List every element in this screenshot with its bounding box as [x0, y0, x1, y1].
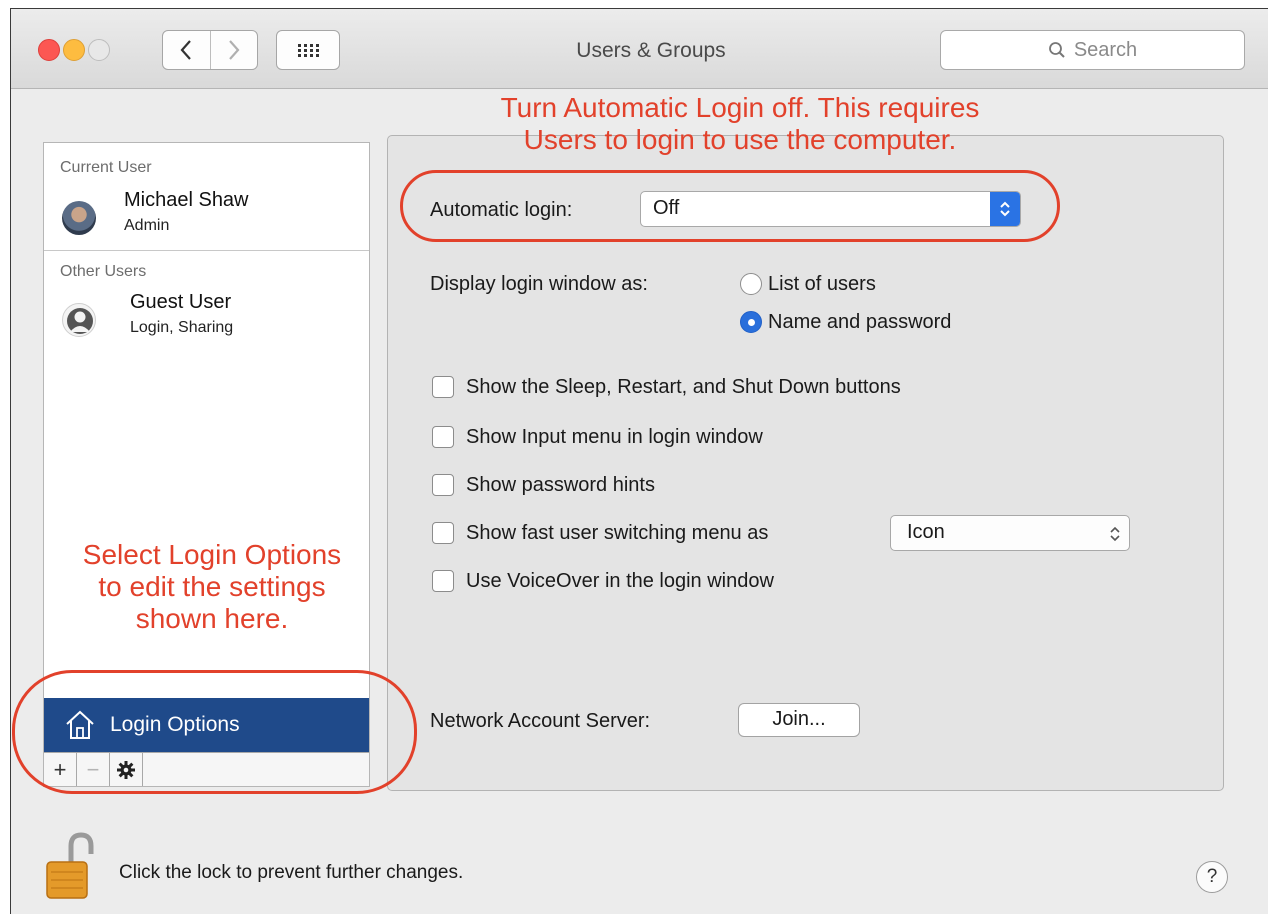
window-title: Users & Groups [576, 39, 726, 62]
guest-user-role: Login, Sharing [130, 319, 234, 336]
annotation-automatic-login: Turn Automatic Login off. This requires … [440, 92, 1040, 156]
annotation-line: Turn Automatic Login off. This requires [500, 92, 980, 123]
checkbox-sleep-restart-shutdown[interactable] [432, 376, 454, 398]
guest-user-name: Guest User [130, 291, 232, 313]
lock-status-text: Click the lock to prevent further change… [119, 862, 464, 883]
current-user-name: Michael Shaw [124, 189, 249, 211]
join-button[interactable]: Join... [738, 703, 860, 737]
radio-list-of-users-label: List of users [768, 273, 876, 295]
annotation-line: Users to login to use the computer. [523, 124, 957, 155]
annotation-ring-login-options [12, 670, 417, 794]
search-icon [1048, 42, 1065, 58]
checkbox-voiceover[interactable] [432, 570, 454, 592]
minimize-window-button[interactable] [63, 39, 85, 61]
user-avatar [62, 201, 96, 235]
annotation-ring-automatic-login [400, 170, 1060, 242]
checkbox-input-menu-label: Show Input menu in login window [466, 426, 763, 448]
checkbox-voiceover-label: Use VoiceOver in the login window [466, 570, 774, 592]
grid-icon [298, 44, 319, 57]
search-placeholder: Search [1073, 38, 1138, 61]
annotation-line: to edit the settings [98, 571, 326, 602]
chevron-right-icon [228, 40, 240, 60]
fast-user-switching-value: Icon [907, 521, 945, 543]
checkbox-password-hints-label: Show password hints [466, 474, 655, 496]
section-divider [44, 250, 369, 251]
other-users-heading: Other Users [60, 263, 147, 280]
forward-button[interactable] [209, 31, 258, 69]
annotation-login-options: Select Login Options to edit the setting… [42, 539, 382, 635]
annotation-line: shown here. [135, 603, 289, 634]
guest-avatar-icon [62, 303, 96, 337]
checkbox-sleep-restart-shutdown-label: Show the Sleep, Restart, and Shut Down b… [466, 376, 901, 398]
title-bar: Users & Groups Search [11, 9, 1268, 89]
back-button[interactable] [163, 31, 210, 69]
radio-name-and-password[interactable] [740, 311, 762, 333]
checkbox-fast-user-switching[interactable] [432, 522, 454, 544]
help-button[interactable]: ? [1196, 861, 1228, 893]
current-user-role: Admin [124, 217, 170, 234]
display-login-label: Display login window as: [430, 273, 648, 295]
unlocked-padlock-icon[interactable] [41, 832, 99, 902]
checkbox-input-menu[interactable] [432, 426, 454, 448]
radio-name-and-password-label: Name and password [768, 311, 952, 333]
current-user-heading: Current User [60, 159, 152, 176]
checkbox-fast-user-switching-label: Show fast user switching menu as [466, 522, 769, 544]
close-window-button[interactable] [38, 39, 60, 61]
annotation-line: Select Login Options [82, 539, 342, 570]
chevron-left-icon [180, 40, 192, 60]
checkbox-password-hints[interactable] [432, 474, 454, 496]
updown-arrows-icon [1110, 526, 1120, 542]
fast-user-switching-popup[interactable]: Icon [890, 515, 1130, 551]
sidebar-item-michael-shaw[interactable]: Michael Shaw Admin [44, 183, 369, 249]
radio-list-of-users[interactable] [740, 273, 762, 295]
search-field[interactable]: Search [940, 30, 1245, 70]
back-forward-control [162, 30, 258, 70]
sidebar-item-guest-user[interactable]: Guest User Login, Sharing [44, 291, 369, 357]
network-account-server-label: Network Account Server: [430, 710, 651, 732]
zoom-window-button[interactable] [88, 39, 110, 61]
show-all-button[interactable] [276, 30, 340, 70]
